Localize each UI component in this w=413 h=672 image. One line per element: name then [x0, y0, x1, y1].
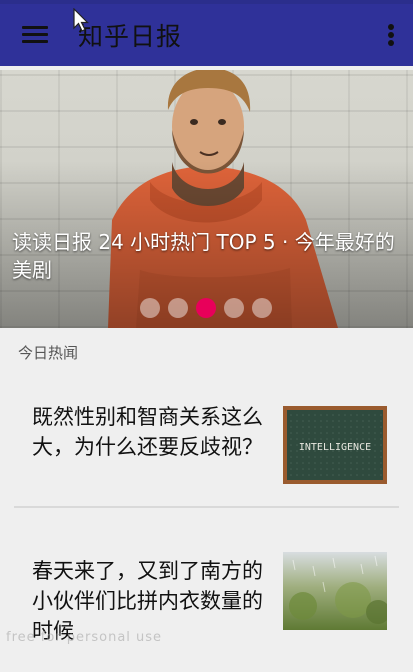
- slide-dot-4[interactable]: [224, 298, 244, 318]
- news-item[interactable]: 春天来了，又到了南方的小伙伴们比拼内衣数量的时候: [14, 532, 399, 672]
- watermark: free for personal use: [6, 630, 163, 645]
- app-title: 知乎日报: [78, 22, 183, 51]
- slide-dot-2[interactable]: [168, 298, 188, 318]
- news-item-thumbnail: INTELLIGENCE: [283, 406, 387, 484]
- banner-shade: [0, 70, 413, 328]
- slide-dot-5[interactable]: [252, 298, 272, 318]
- news-item-thumbnail: [283, 552, 387, 630]
- top-story-banner[interactable]: 读读日报 24 小时热门 TOP 5 · 今年最好的美剧: [0, 70, 413, 328]
- overflow-menu-icon[interactable]: [385, 22, 397, 48]
- slide-dot-1[interactable]: [140, 298, 160, 318]
- banner-caption: 读读日报 24 小时热门 TOP 5 · 今年最好的美剧: [12, 230, 395, 282]
- mouse-pointer-icon: [73, 8, 89, 32]
- app-bar: 知乎日报: [0, 4, 413, 66]
- slide-dot-3-active[interactable]: [196, 298, 216, 318]
- thumbnail-chalk-text: INTELLIGENCE: [299, 442, 371, 453]
- news-item-title: 既然性别和智商关系这么大，为什么还要反歧视？: [32, 405, 263, 459]
- section-title: 今日热闻: [18, 344, 79, 362]
- slide-indicator: [140, 298, 272, 318]
- news-item[interactable]: 既然性别和智商关系这么大，为什么还要反歧视？ INTELLIGENCE: [14, 378, 399, 508]
- hamburger-menu-icon[interactable]: [18, 21, 52, 49]
- news-list: 既然性别和智商关系这么大，为什么还要反歧视？ INTELLIGENCE 春天来了…: [14, 378, 399, 672]
